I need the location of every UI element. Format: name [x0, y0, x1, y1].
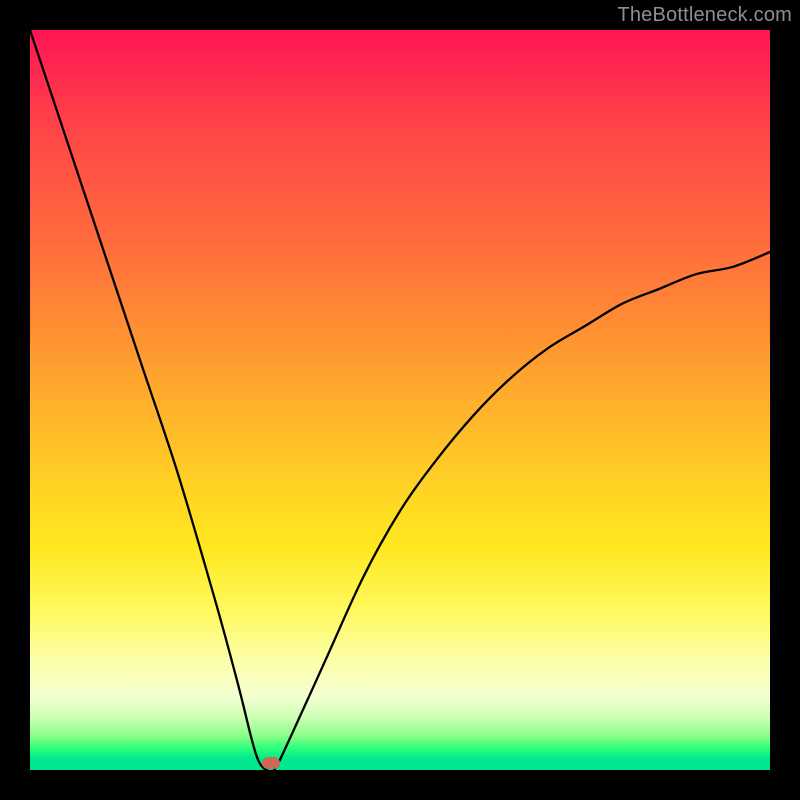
chart-stage: TheBottleneck.com: [0, 0, 800, 800]
watermark-text: TheBottleneck.com: [617, 4, 792, 27]
optimal-point-marker: [262, 757, 280, 769]
plot-area: [30, 30, 770, 770]
bottleneck-curve: [30, 30, 770, 770]
curve-svg: [30, 30, 770, 770]
